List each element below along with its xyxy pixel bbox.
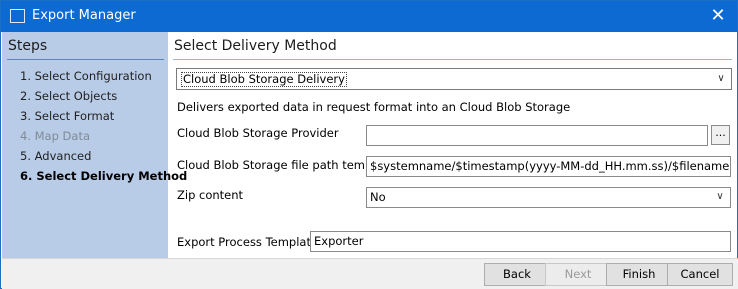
delivery-method-value: Cloud Blob Storage Delivery [181, 72, 347, 87]
step-select-objects[interactable]: 2. Select Objects [20, 89, 117, 103]
step-advanced[interactable]: 5. Advanced [20, 149, 91, 163]
step-select-delivery-method[interactable]: 6. Select Delivery Method [20, 169, 187, 183]
provider-field[interactable] [366, 125, 708, 146]
title-divider [173, 59, 732, 60]
page-title: Select Delivery Method [174, 38, 337, 54]
template-field[interactable]: Exporter [310, 231, 731, 252]
window-title: Export Manager [32, 8, 136, 23]
zip-content-label: Zip content [177, 188, 244, 202]
steps-divider [7, 59, 164, 60]
zip-content-value: No [370, 190, 386, 204]
browse-provider-button[interactable]: ... [711, 125, 730, 145]
export-manager-window: Export Manager ✕ Steps 1. Select Configu… [0, 0, 738, 289]
finish-button[interactable]: Finish [606, 263, 672, 286]
steps-panel: Steps 1. Select Configuration 2. Select … [2, 32, 187, 258]
close-icon: ✕ [710, 5, 726, 26]
footer-bar: Back Next Finish Cancel [2, 258, 738, 289]
delivery-method-select[interactable]: Cloud Blob Storage Delivery ∨ [176, 68, 732, 90]
title-bar[interactable]: Export Manager ✕ [1, 1, 737, 32]
delivery-description: Delivers exported data in request format… [177, 100, 571, 114]
close-button[interactable]: ✕ [705, 4, 731, 28]
path-template-label: Cloud Blob Storage file path template [177, 158, 395, 172]
chevron-down-icon: ∨ [716, 191, 724, 202]
next-button: Next [545, 263, 611, 286]
path-template-field[interactable]: $systemname/$timestamp(yyyy-MM-dd_HH.mm.… [366, 156, 731, 177]
back-button[interactable]: Back [484, 263, 550, 286]
step-map-data: 4. Map Data [20, 129, 91, 143]
window-icon [10, 9, 25, 23]
zip-content-select[interactable]: No ∨ [366, 187, 731, 208]
step-select-format[interactable]: 3. Select Format [20, 109, 114, 123]
cancel-button[interactable]: Cancel [667, 263, 733, 286]
chevron-down-icon: ∨ [717, 73, 725, 84]
template-label: Export Process Template: [177, 235, 322, 249]
steps-header: Steps [8, 38, 48, 54]
provider-label: Cloud Blob Storage Provider [177, 126, 339, 140]
step-select-configuration[interactable]: 1. Select Configuration [20, 69, 152, 83]
